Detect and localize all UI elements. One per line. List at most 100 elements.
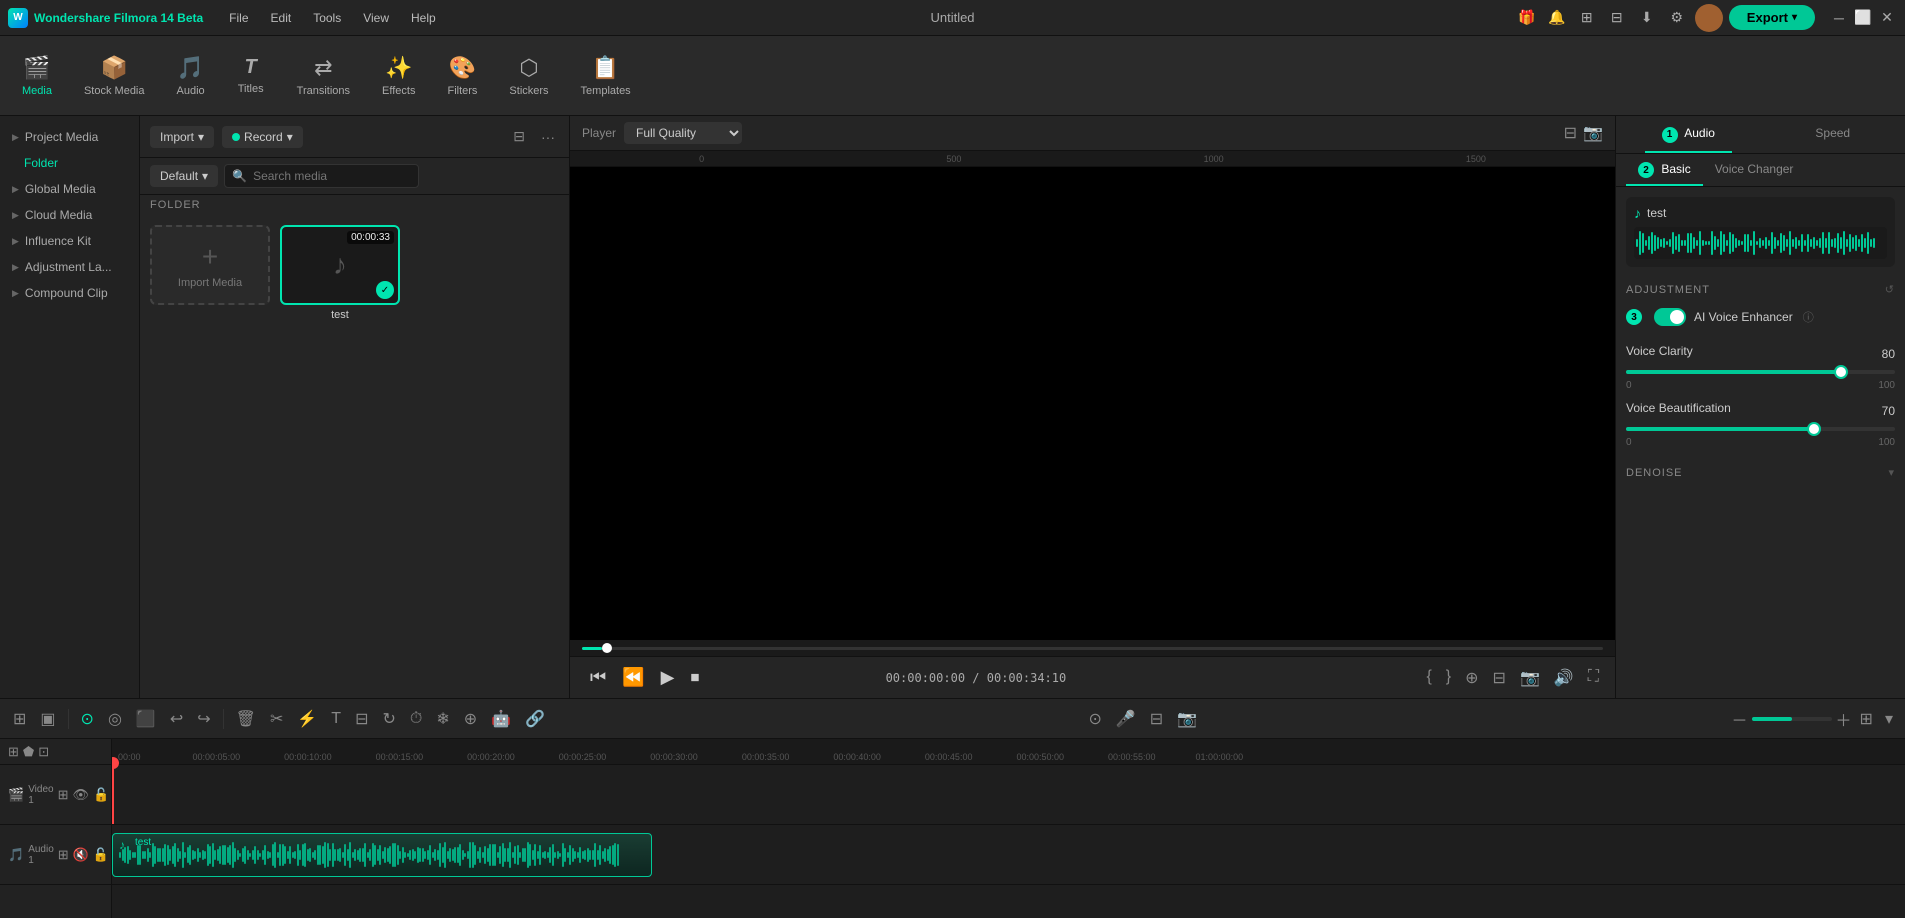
sidebar-item-global-media[interactable]: ▶ Global Media [0, 176, 139, 202]
denoise-arrow-icon[interactable]: ▾ [1888, 466, 1895, 479]
dual-screen-icon[interactable]: ⊟ [1564, 123, 1577, 143]
stop-button[interactable]: ⏹ [682, 663, 707, 692]
toolbar-stock-media[interactable]: 📦 Stock Media [70, 47, 159, 105]
sidebar-item-influence-kit[interactable]: ▶ Influence Kit [0, 228, 139, 254]
preview-scrubber[interactable] [570, 640, 1615, 656]
sidebar-item-cloud-media[interactable]: ▶ Cloud Media [0, 202, 139, 228]
crop-tool[interactable]: ⊟ [350, 705, 373, 733]
delete-tool[interactable]: 🗑 [231, 705, 261, 733]
sidebar-item-project-media[interactable]: ▶ Project Media [0, 124, 139, 150]
toolbar-transitions[interactable]: ⇄ Transitions [283, 47, 364, 105]
audio-track-lock3-icon[interactable]: 🔓 [93, 847, 109, 863]
mark-in-icon[interactable]: { [1422, 666, 1435, 690]
settings-icon[interactable]: ⚙ [1665, 6, 1689, 30]
snapshot-icon[interactable]: 📷 [1583, 123, 1603, 143]
ripple-icon[interactable]: ◎ [103, 705, 127, 733]
audio-track-mute-icon[interactable]: 🔇 [73, 847, 89, 863]
gift-icon[interactable]: 🎁 [1515, 6, 1539, 30]
ai-tool[interactable]: 🤖 [486, 705, 516, 733]
rotate-tool[interactable]: ↻ [377, 705, 400, 733]
split-screen-icon[interactable]: ⊟ [1489, 666, 1510, 690]
voice-beautification-track[interactable] [1626, 427, 1895, 431]
voice-beautification-handle[interactable] [1807, 422, 1821, 436]
timeline-mic-icon[interactable]: 🎤 [1111, 705, 1141, 733]
insert-clip-icon[interactable]: ⊕ [1461, 666, 1482, 690]
more-options-icon[interactable]: ··· [537, 125, 559, 149]
marker-icon[interactable]: ⬛ [131, 705, 161, 733]
timeline-camera-icon[interactable]: 📷 [1172, 705, 1202, 733]
toolbar-templates[interactable]: 📋 Templates [567, 47, 645, 105]
search-input[interactable] [224, 164, 419, 188]
media-thumb-test[interactable]: ♪ 00:00:33 ✓ test [280, 225, 400, 321]
zoom-out-button[interactable]: － [1732, 707, 1748, 731]
timeline-play-icon[interactable]: ⊙ [1083, 705, 1106, 733]
video-track-visibility-icon[interactable]: 👁 [73, 787, 90, 803]
reset-icon[interactable]: ↺ [1885, 283, 1895, 296]
toolbar-media[interactable]: 🎬 Media [8, 47, 66, 105]
go-start-button[interactable]: ⏮ [582, 663, 614, 692]
import-button[interactable]: Import ▾ [150, 126, 214, 148]
cut-tool[interactable]: ✂ [265, 705, 288, 733]
video-track-add-icon[interactable]: ⊞ [58, 787, 69, 803]
split-tool[interactable]: ⊕ [459, 705, 482, 733]
menu-view[interactable]: View [353, 7, 399, 29]
fullscreen-icon[interactable]: ⛶ [1584, 666, 1603, 690]
link-tool[interactable]: 🔗 [520, 705, 550, 733]
sidebar-item-adjustment-layer[interactable]: ▶ Adjustment La... [0, 254, 139, 280]
import-media-item[interactable]: + Import Media [150, 225, 270, 305]
sidebar-item-compound-clip[interactable]: ▶ Compound Clip [0, 280, 139, 306]
multi-cam-icon[interactable]: ▣ [35, 705, 60, 733]
toolbar-stickers[interactable]: ⬡ Stickers [495, 47, 562, 105]
menu-tools[interactable]: Tools [303, 7, 351, 29]
text-tool[interactable]: T [326, 706, 346, 732]
add-track-icon[interactable]: ⊞ [8, 744, 19, 760]
more-btn[interactable]: ▾ [1881, 705, 1897, 733]
volume-icon[interactable]: 🔊 [1550, 666, 1578, 690]
audio-tool[interactable]: ⚡ [292, 705, 322, 733]
timeline-grab-icon[interactable]: ⊟ [1145, 705, 1168, 733]
timeline-bar[interactable] [582, 647, 1603, 650]
camera-icon[interactable]: 📷 [1516, 666, 1544, 690]
download-icon[interactable]: ⬇ [1635, 6, 1659, 30]
sub-tab-voice-changer[interactable]: Voice Changer [1703, 154, 1806, 187]
step-back-button[interactable]: ⏪ [614, 663, 652, 692]
tab-speed[interactable]: Speed [1761, 116, 1905, 153]
close-button[interactable]: ✕ [1877, 8, 1897, 28]
zoom-in-button[interactable]: ＋ [1836, 707, 1852, 731]
toolbar-effects[interactable]: ✨ Effects [368, 47, 429, 105]
toolbar-filters[interactable]: 🎨 Filters [433, 47, 491, 105]
speed-tool[interactable]: ⏱ [405, 706, 427, 732]
ai-enhancer-toggle[interactable] [1654, 308, 1686, 326]
sidebar-item-folder[interactable]: Folder [0, 150, 139, 176]
freeze-tool[interactable]: ❄ [431, 705, 454, 733]
avatar[interactable] [1695, 4, 1723, 32]
filter-icon[interactable]: ⊟ [509, 124, 529, 149]
default-sort-button[interactable]: Default ▾ [150, 165, 218, 187]
menu-edit[interactable]: Edit [261, 7, 302, 29]
tab-audio[interactable]: 1 Audio [1616, 116, 1761, 153]
magnetic-icon[interactable]: ⊙ [76, 705, 99, 733]
audio-track-add-icon[interactable]: ⊞ [58, 847, 69, 863]
toolbar-titles[interactable]: T Titles [223, 48, 279, 103]
voice-clarity-handle[interactable] [1834, 365, 1848, 379]
track-lock-icon[interactable]: ⊡ [38, 744, 49, 760]
menu-file[interactable]: File [219, 7, 258, 29]
grid-view-icon[interactable]: ⊞ [8, 705, 31, 733]
record-button[interactable]: Record ▾ [222, 126, 303, 148]
play-button[interactable]: ▶ [653, 663, 683, 692]
toolbar-audio[interactable]: 🎵 Audio [163, 47, 219, 105]
layout-btn[interactable]: ⊞ [1856, 705, 1877, 733]
menu-help[interactable]: Help [401, 7, 446, 29]
quality-select[interactable]: Full Quality Half Quality Quarter Qualit… [624, 122, 742, 144]
info-icon[interactable]: ⓘ [1803, 309, 1814, 325]
mark-out-icon[interactable]: } [1442, 666, 1455, 690]
sub-tab-basic[interactable]: 2 Basic [1626, 154, 1703, 187]
audio-clip-test[interactable]: ♪ test [112, 833, 652, 877]
track-settings-icon[interactable]: ⬟ [23, 744, 34, 760]
export-button[interactable]: Export ▾ [1729, 5, 1815, 30]
voice-clarity-track[interactable] [1626, 370, 1895, 374]
bell-icon[interactable]: 🔔 [1545, 6, 1569, 30]
redo-button[interactable]: ↪ [192, 705, 215, 733]
maximize-button[interactable]: ⬜ [1853, 8, 1873, 28]
layout-icon[interactable]: ⊞ [1575, 6, 1599, 30]
